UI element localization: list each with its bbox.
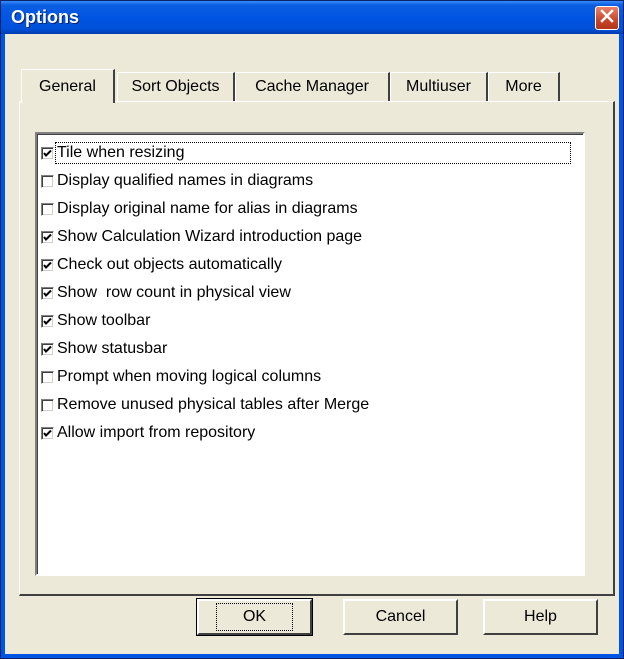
tab-label: General [39,77,96,95]
options-dialog: Options General Sort Objects Cache Manag… [0,0,624,659]
cancel-button[interactable]: Cancel [343,599,458,635]
checkbox[interactable] [41,398,54,412]
option-show-calculation-wizard[interactable]: Show Calculation Wizard introduction pag… [41,224,571,250]
help-button[interactable]: Help [483,599,598,635]
option-label: Show Calculation Wizard introduction pag… [57,228,363,245]
option-label: Prompt when moving logical columns [57,368,322,385]
option-show-toolbar[interactable]: Show toolbar [41,308,571,334]
close-icon [600,8,614,28]
checkbox[interactable] [41,342,54,356]
close-button[interactable] [595,6,619,30]
title-bar[interactable]: Options [1,1,623,34]
option-allow-import-repository[interactable]: Allow import from repository [41,420,571,446]
checkbox[interactable] [41,370,54,384]
checkbox[interactable] [41,314,54,328]
option-label: Show toolbar [57,312,151,329]
checkbox[interactable] [41,258,54,272]
option-display-original-name-alias[interactable]: Display original name for alias in diagr… [41,196,571,222]
tab-label: Cache Manager [255,78,369,95]
options-checklist[interactable]: Tile when resizing Display qualified nam… [35,132,585,576]
checkbox[interactable] [41,202,54,216]
option-label: Show row count in physical view [57,284,291,301]
tab-label: Sort Objects [131,78,220,95]
option-label: Show statusbar [57,340,168,357]
option-check-out-objects[interactable]: Check out objects automatically [41,252,571,278]
option-remove-unused-tables[interactable]: Remove unused physical tables after Merg… [41,392,571,418]
checkbox[interactable] [41,230,54,244]
tab-strip: General Sort Objects Cache Manager Multi… [15,34,615,104]
checkbox[interactable] [41,286,54,300]
tab-label: More [505,78,542,95]
tab-cache-manager[interactable]: Cache Manager [235,72,390,101]
ok-label: OK [215,603,294,631]
checkbox[interactable] [41,146,54,160]
window-title: Options [11,7,79,27]
option-label: Display qualified names in diagrams [57,172,314,189]
option-tile-when-resizing[interactable]: Tile when resizing [41,140,571,166]
option-label: Allow import from repository [57,424,256,441]
tab-multiuser[interactable]: Multiuser [390,72,488,101]
tab-label: Multiuser [406,78,471,95]
option-show-statusbar[interactable]: Show statusbar [41,336,571,362]
dialog-client: General Sort Objects Cache Manager Multi… [5,34,619,654]
option-label: Tile when resizing [55,142,571,164]
option-label: Check out objects automatically [57,256,282,273]
cancel-label: Cancel [375,608,426,625]
tab-general[interactable]: General [21,69,115,103]
checkbox[interactable] [41,174,54,188]
tab-more[interactable]: More [488,72,560,101]
checkbox[interactable] [41,426,54,440]
help-label: Help [524,608,557,625]
option-label: Display original name for alias in diagr… [57,200,358,217]
option-display-qualified-names[interactable]: Display qualified names in diagrams [41,168,571,194]
option-show-row-count[interactable]: Show row count in physical view [41,280,571,306]
option-prompt-moving-columns[interactable]: Prompt when moving logical columns [41,364,571,390]
option-label: Remove unused physical tables after Merg… [57,396,370,413]
ok-button[interactable]: OK [196,598,313,636]
tab-sort-objects[interactable]: Sort Objects [117,72,235,101]
